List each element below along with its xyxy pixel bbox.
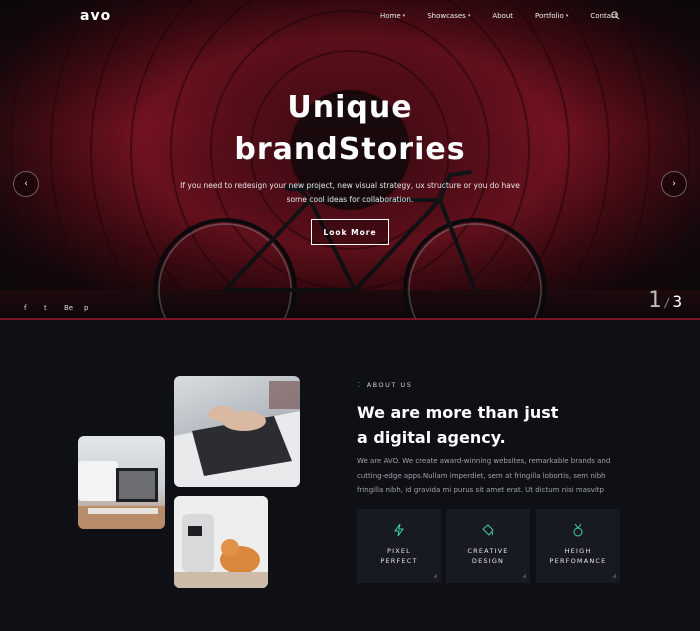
feature-label-line1: CREATIVE: [467, 547, 509, 555]
feature-card-pixel-perfect: PIXEL PERFECT ◢: [357, 509, 441, 583]
paint-bucket-icon: [482, 524, 494, 536]
slide-current: 1: [648, 288, 662, 313]
corner-mark-icon: ◢: [612, 573, 616, 579]
about-title-line1: We are more than just: [357, 403, 559, 422]
facebook-icon[interactable]: f: [24, 304, 44, 312]
about-title-line2: a digital agency.: [357, 428, 506, 447]
chevron-down-icon: ▾: [467, 13, 471, 19]
hero-title-line1: Unique: [287, 90, 413, 125]
chevron-right-icon: ›: [672, 179, 676, 189]
about-description: We are AVO. We create award-winning webs…: [357, 457, 611, 494]
behance-icon[interactable]: Be: [64, 304, 84, 312]
slide-separator: /: [663, 296, 671, 310]
feature-label-line2: DESIGN: [471, 557, 505, 565]
hero-title-line2: brandStories: [234, 132, 466, 167]
feature-label: HEIGH PERFOMANCE: [550, 546, 607, 566]
section-eyebrow: ⁚ ABOUT US: [358, 381, 412, 389]
hero-subtitle: If you need to redesign your new project…: [180, 181, 520, 204]
feature-label-line1: HEIGH: [564, 547, 592, 555]
nav-item-about[interactable]: About: [492, 12, 513, 20]
feature-card-creative-design: CREATIVE DESIGN ◢: [446, 509, 530, 583]
medal-icon: [573, 523, 583, 537]
corner-mark-icon: ◢: [522, 573, 526, 579]
hero-bottom-line: [0, 318, 700, 320]
feature-card-high-performance: HEIGH PERFOMANCE ◢: [536, 509, 620, 583]
feature-label: PIXEL PERFECT: [380, 546, 417, 566]
feature-label: CREATIVE DESIGN: [467, 546, 508, 566]
look-more-button[interactable]: Look More: [311, 219, 389, 245]
slider-next-button[interactable]: ›: [661, 171, 687, 197]
nav-item-label: About: [492, 12, 514, 20]
cat-image: [174, 496, 268, 588]
top-navigation: avo Home ▾ Showcases ▾ About Portfolio ▾…: [0, 0, 700, 34]
bolt-icon: [394, 523, 404, 537]
chevron-left-icon: ‹: [24, 179, 28, 189]
nav-item-label: Portfolio: [535, 12, 564, 20]
logo[interactable]: avo: [80, 8, 111, 24]
nav-item-home[interactable]: Home ▾: [380, 12, 405, 20]
living-room-image: [78, 436, 165, 529]
slide-total: 3: [672, 292, 683, 311]
feature-label-line2: PERFOMANCE: [549, 557, 607, 565]
nav-links: Home ▾ Showcases ▾ About Portfolio ▾ Con…: [380, 12, 640, 20]
slide-counter: 1 / 3: [648, 288, 682, 313]
search-icon[interactable]: [611, 11, 620, 20]
pinterest-icon[interactable]: p: [84, 304, 104, 312]
nav-item-portfolio[interactable]: Portfolio ▾: [535, 12, 568, 20]
chevron-down-icon: ▾: [565, 13, 569, 19]
feature-label-line1: PIXEL: [386, 547, 412, 555]
nav-item-label: Showcases: [427, 12, 466, 20]
chevron-down-icon: ▾: [402, 13, 406, 19]
dots-icon: ⁚: [358, 381, 362, 389]
nav-item-label: Home: [380, 12, 401, 20]
corner-mark-icon: ◢: [433, 573, 437, 579]
social-links: f t Be p: [24, 304, 104, 312]
twitter-icon[interactable]: t: [44, 304, 64, 312]
about-title: We are more than just a digital agency.: [357, 400, 657, 450]
nav-item-showcases[interactable]: Showcases ▾: [427, 12, 470, 20]
laptop-typing-image: [174, 376, 300, 487]
feature-label-line2: PERFECT: [380, 557, 418, 565]
slider-prev-button[interactable]: ‹: [13, 171, 39, 197]
eyebrow-label: ABOUT US: [366, 381, 413, 389]
